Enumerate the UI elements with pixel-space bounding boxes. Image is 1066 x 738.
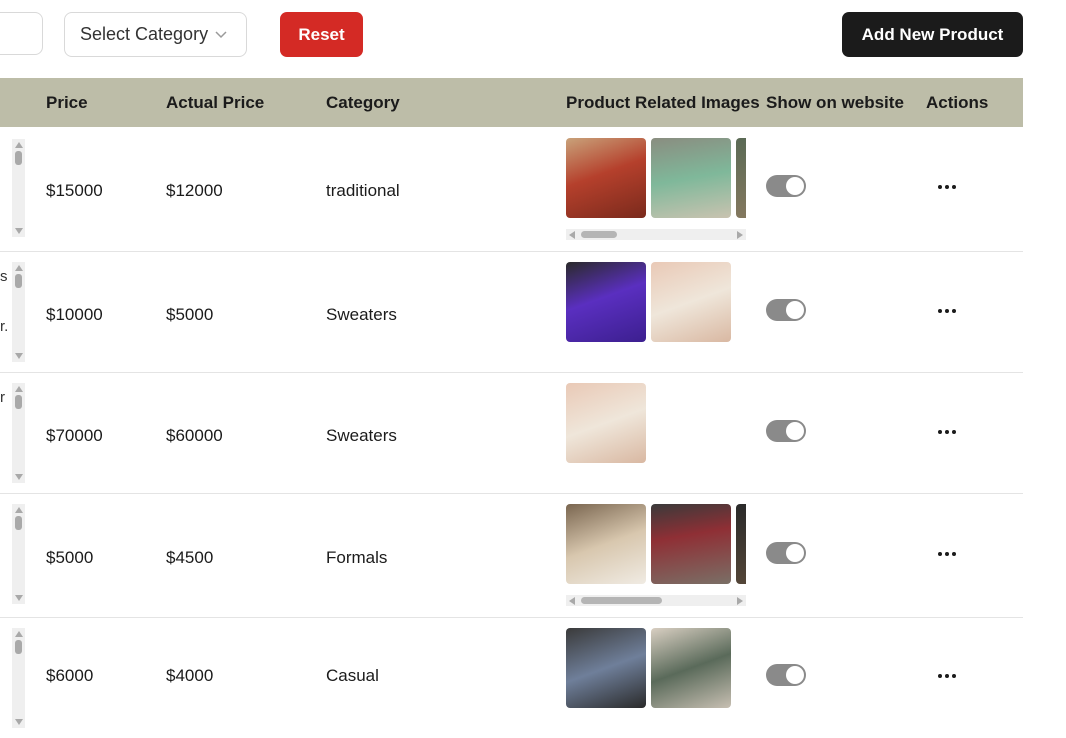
description-scrollbar[interactable]: [12, 383, 25, 483]
show-on-website-toggle[interactable]: [766, 420, 806, 442]
product-image[interactable]: [736, 504, 746, 584]
images-scrollbar[interactable]: [566, 229, 746, 240]
toolbar: Select Category Reset Add New Product: [0, 0, 1066, 72]
table-row: $5000 $4500 Formals: [0, 494, 1023, 618]
show-on-website-toggle[interactable]: [766, 542, 806, 564]
product-image[interactable]: [651, 138, 731, 218]
more-actions-icon[interactable]: [938, 430, 958, 436]
header-category: Category: [326, 93, 400, 112]
header-actual-price: Actual Price: [166, 93, 265, 112]
show-on-website-toggle[interactable]: [766, 175, 806, 197]
category-select[interactable]: Select Category: [64, 12, 247, 57]
product-image[interactable]: [651, 504, 731, 584]
actual-price-cell: $12000: [166, 181, 223, 200]
products-table: Price Actual Price Category Product Rela…: [0, 78, 1023, 738]
header-product-images: Product Related Images: [566, 93, 760, 112]
product-image[interactable]: [566, 262, 646, 342]
header-show-on-website: Show on website: [766, 93, 904, 112]
table-row: s r. $10000 $5000 Sweaters: [0, 252, 1023, 373]
table-header: Price Actual Price Category Product Rela…: [0, 78, 1023, 127]
product-images: [566, 262, 746, 342]
category-select-label: Select Category: [80, 24, 209, 44]
product-image[interactable]: [566, 138, 646, 218]
actual-price-cell: $60000: [166, 426, 223, 445]
actual-price-cell: $4500: [166, 548, 214, 567]
product-image[interactable]: [736, 138, 746, 218]
product-image[interactable]: [566, 504, 646, 584]
description-scrollbar[interactable]: [12, 504, 25, 604]
product-images: [566, 628, 746, 708]
price-cell: $10000: [46, 305, 103, 324]
product-images: [566, 383, 746, 463]
product-images: [566, 138, 746, 218]
category-cell: Formals: [326, 548, 388, 567]
more-actions-icon[interactable]: [938, 309, 958, 315]
product-image[interactable]: [651, 628, 731, 708]
show-on-website-toggle[interactable]: [766, 664, 806, 686]
product-image[interactable]: [566, 628, 646, 708]
product-images: [566, 504, 746, 584]
price-cell: $5000: [46, 548, 94, 567]
header-price: Price: [46, 93, 88, 112]
price-cell: $6000: [46, 666, 94, 685]
description-text: s: [0, 268, 8, 285]
images-scrollbar[interactable]: [566, 595, 746, 606]
description-scrollbar[interactable]: [12, 628, 25, 728]
description-scrollbar[interactable]: [12, 139, 25, 237]
category-cell: Casual: [326, 666, 379, 685]
table-row: $15000 $12000 traditional: [0, 127, 1023, 252]
category-cell: Sweaters: [326, 426, 397, 445]
more-actions-icon[interactable]: [938, 552, 958, 558]
product-image[interactable]: [651, 262, 731, 342]
more-actions-icon[interactable]: [938, 185, 958, 191]
description-scrollbar[interactable]: [12, 262, 25, 362]
table-row: r $70000 $60000 Sweaters: [0, 373, 1023, 494]
category-cell: traditional: [326, 181, 400, 200]
chevron-down-icon: [215, 31, 227, 39]
table-row: $6000 $4000 Casual: [0, 618, 1023, 738]
actual-price-cell: $4000: [166, 666, 214, 685]
category-cell: Sweaters: [326, 305, 397, 324]
product-image[interactable]: [566, 383, 646, 463]
reset-button[interactable]: Reset: [280, 12, 363, 57]
description-text: r: [0, 389, 5, 406]
price-cell: $70000: [46, 426, 103, 445]
show-on-website-toggle[interactable]: [766, 299, 806, 321]
add-new-product-button[interactable]: Add New Product: [842, 12, 1023, 57]
header-actions: Actions: [926, 93, 989, 112]
price-cell: $15000: [46, 181, 103, 200]
description-text: r.: [0, 318, 9, 335]
search-input[interactable]: [0, 12, 43, 55]
more-actions-icon[interactable]: [938, 674, 958, 680]
actual-price-cell: $5000: [166, 305, 214, 324]
